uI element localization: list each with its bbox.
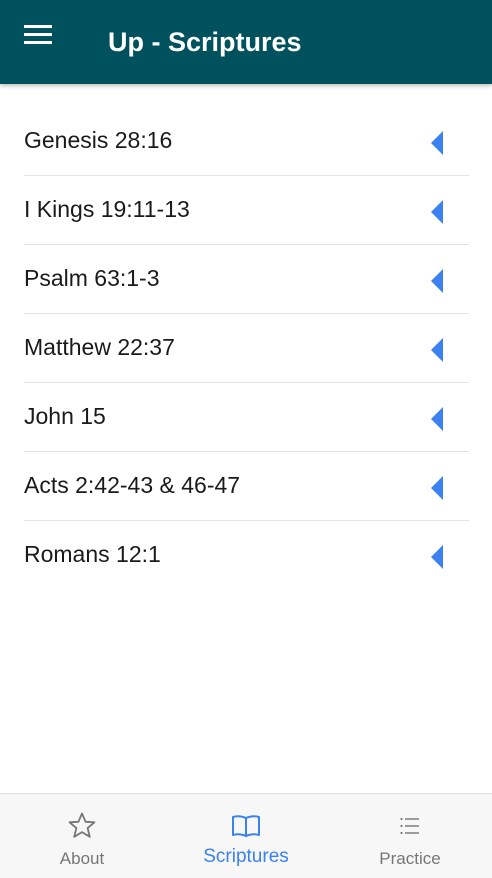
scripture-item-label: John 15 <box>24 403 106 429</box>
scripture-item-label: I Kings 19:11-13 <box>24 196 190 222</box>
list-icon <box>394 810 426 842</box>
scripture-item[interactable]: John 15 <box>24 383 469 452</box>
tab-scriptures-label: Scriptures <box>203 846 289 867</box>
scripture-item-label: Romans 12:1 <box>24 541 161 567</box>
caret-left-icon <box>430 131 444 155</box>
caret-left-icon <box>430 269 444 293</box>
tab-scriptures[interactable]: Scriptures <box>164 794 328 878</box>
open-book-icon <box>230 810 262 842</box>
tab-practice[interactable]: Practice <box>328 794 492 878</box>
caret-left-icon <box>430 200 444 224</box>
app-screen: Up - Scriptures Genesis 28:16 I Kings 19… <box>0 0 492 878</box>
scripture-item-label: Psalm 63:1-3 <box>24 265 160 291</box>
tab-about-label: About <box>59 849 105 868</box>
tab-about[interactable]: About <box>0 794 164 878</box>
scripture-item-label: Genesis 28:16 <box>24 127 173 153</box>
app-header: Up - Scriptures <box>0 0 492 84</box>
tab-practice-label: Practice <box>379 849 441 868</box>
scripture-list: Genesis 28:16 I Kings 19:11-13 Psalm 63:… <box>24 107 469 589</box>
caret-left-icon <box>430 338 444 362</box>
caret-left-icon <box>430 407 444 431</box>
scripture-item[interactable]: Romans 12:1 <box>24 521 469 589</box>
caret-left-icon <box>430 545 444 569</box>
hamburger-menu-icon[interactable] <box>24 22 72 62</box>
scripture-item[interactable]: Matthew 22:37 <box>24 314 469 383</box>
scripture-item[interactable]: I Kings 19:11-13 <box>24 176 469 245</box>
scripture-item-label: Matthew 22:37 <box>24 334 175 360</box>
bottom-tab-bar: About Scriptures Practice <box>0 793 492 878</box>
scripture-item[interactable]: Genesis 28:16 <box>24 107 469 176</box>
page-title: Up - Scriptures <box>108 27 302 57</box>
caret-left-icon <box>430 476 444 500</box>
scripture-item[interactable]: Acts 2:42-43 & 46-47 <box>24 452 469 521</box>
scripture-item[interactable]: Psalm 63:1-3 <box>24 245 469 314</box>
star-icon <box>66 810 98 842</box>
scripture-item-label: Acts 2:42-43 & 46-47 <box>24 472 241 498</box>
